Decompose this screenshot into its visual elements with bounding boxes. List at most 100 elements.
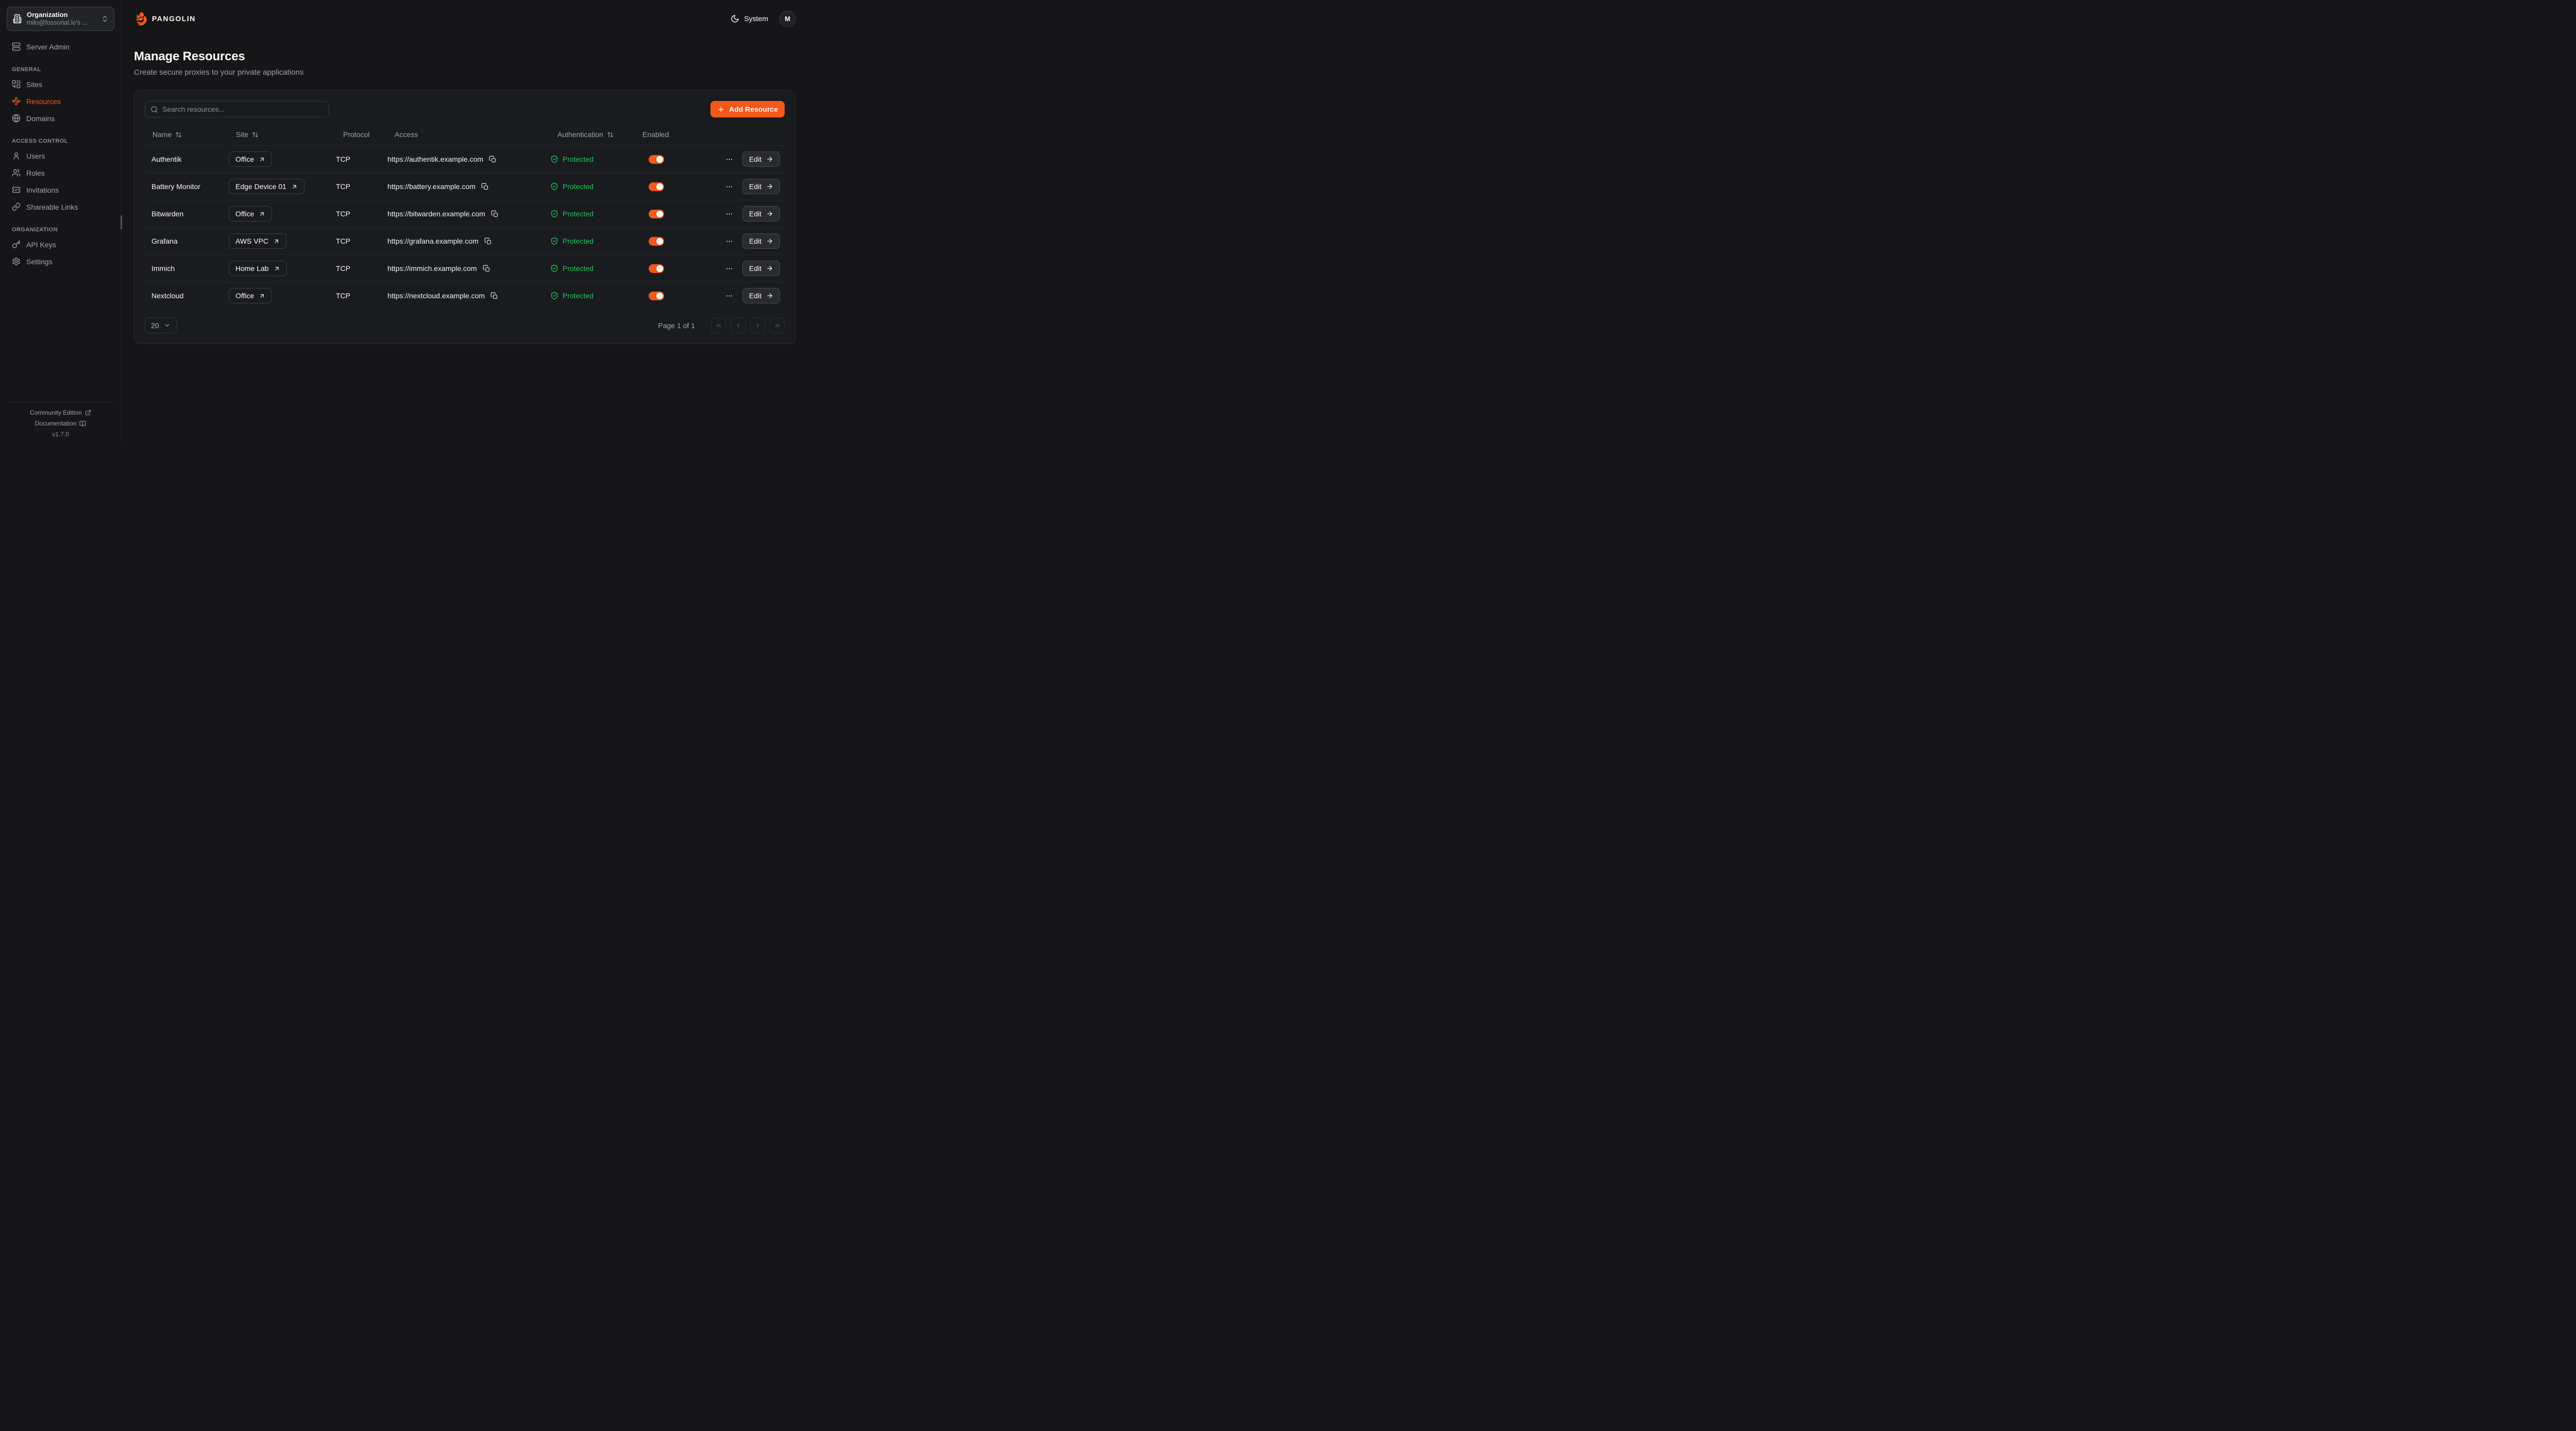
arrow-right-icon <box>766 210 773 217</box>
sidebar-item-label: Server Admin <box>26 43 70 51</box>
sidebar-item-resources[interactable]: Resources <box>7 93 114 110</box>
resource-name: Grafana <box>145 237 222 245</box>
community-edition-link[interactable]: Community Edition <box>30 409 91 416</box>
sidebar-item-domains[interactable]: Domains <box>7 110 114 127</box>
theme-selector[interactable]: System <box>731 14 768 23</box>
site-link-button[interactable]: Office <box>229 288 272 303</box>
sidebar-item-server-admin[interactable]: Server Admin <box>7 38 114 55</box>
edit-button[interactable]: Edit <box>742 261 780 276</box>
copy-icon[interactable] <box>484 237 492 245</box>
sidebar-footer: Community Edition Documentation v1.7.0 <box>7 402 114 442</box>
column-header-site[interactable]: Site <box>222 130 329 139</box>
column-header-authentication[interactable]: Authentication <box>544 130 635 139</box>
sidebar-item-roles[interactable]: Roles <box>7 164 114 181</box>
sidebar-item-label: Invitations <box>26 186 59 194</box>
edit-button[interactable]: Edit <box>742 206 780 222</box>
enabled-toggle[interactable] <box>649 264 664 273</box>
row-menu-icon[interactable] <box>724 264 734 274</box>
resource-protocol: TCP <box>329 182 381 191</box>
plus-icon <box>717 106 725 113</box>
edit-button[interactable]: Edit <box>742 233 780 249</box>
row-menu-icon[interactable] <box>724 209 734 219</box>
edit-button[interactable]: Edit <box>742 179 780 194</box>
search-input[interactable] <box>162 105 324 113</box>
book-open-icon <box>79 420 86 427</box>
sidebar-item-users[interactable]: Users <box>7 147 114 164</box>
enabled-toggle[interactable] <box>649 182 664 191</box>
sidebar-item-api-keys[interactable]: API Keys <box>7 236 114 253</box>
link-icon <box>12 202 21 211</box>
topbar: PANGOLIN System M <box>122 0 808 37</box>
site-link-button[interactable]: AWS VPC <box>229 233 286 249</box>
row-menu-icon[interactable] <box>724 236 734 246</box>
table-footer: 20 Page 1 of 1 <box>145 317 785 333</box>
chevron-left-icon <box>735 322 742 329</box>
building-icon <box>12 14 22 24</box>
documentation-label: Documentation <box>35 420 77 427</box>
resource-name: Bitwarden <box>145 210 222 218</box>
sidebar-item-sites[interactable]: Sites <box>7 76 114 93</box>
row-menu-icon[interactable] <box>724 291 734 301</box>
brand-name: PANGOLIN <box>152 14 196 23</box>
last-page-button[interactable] <box>770 318 785 333</box>
auth-status-badge: Protected <box>550 182 594 191</box>
sidebar-section-organization: ORGANIZATION <box>12 227 114 233</box>
arrow-up-right-icon <box>273 238 280 245</box>
copy-icon[interactable] <box>490 292 498 300</box>
key-icon <box>12 240 21 249</box>
sidebar-item-label: API Keys <box>26 241 56 249</box>
sidebar-section-general: GENERAL <box>12 66 114 73</box>
enabled-toggle[interactable] <box>649 155 664 164</box>
community-edition-label: Community Edition <box>30 409 82 416</box>
copy-icon[interactable] <box>491 210 499 218</box>
org-switcher[interactable]: Organization milo@fossorial.io's ... <box>7 7 114 31</box>
resource-protocol: TCP <box>329 264 381 272</box>
brand-logo[interactable]: PANGOLIN <box>134 12 196 26</box>
next-page-button[interactable] <box>750 318 765 333</box>
sidebar-item-settings[interactable]: Settings <box>7 253 114 270</box>
site-link-button[interactable]: Office <box>229 151 272 167</box>
column-header-name[interactable]: Name <box>145 130 222 139</box>
ticket-check-icon <box>12 185 21 194</box>
copy-icon[interactable] <box>489 156 497 163</box>
add-resource-button[interactable]: Add Resource <box>710 101 785 117</box>
search-icon <box>150 106 158 113</box>
resource-access-url: https://authentik.example.com <box>387 155 483 163</box>
previous-page-button[interactable] <box>731 318 745 333</box>
site-link-button[interactable]: Office <box>229 206 272 222</box>
sidebar-item-label: Settings <box>26 258 53 266</box>
edit-button[interactable]: Edit <box>742 288 780 303</box>
enabled-toggle[interactable] <box>649 210 664 218</box>
resource-name: Nextcloud <box>145 292 222 300</box>
site-link-button[interactable]: Home Lab <box>229 261 287 276</box>
server-icon <box>12 42 21 51</box>
avatar[interactable]: M <box>779 11 795 27</box>
first-page-button[interactable] <box>711 318 726 333</box>
row-menu-icon[interactable] <box>724 155 734 164</box>
copy-icon[interactable] <box>483 265 490 272</box>
documentation-link[interactable]: Documentation <box>35 420 87 427</box>
gear-icon <box>12 257 21 266</box>
resource-protocol: TCP <box>329 210 381 218</box>
page-title: Manage Resources <box>134 49 795 64</box>
resource-access-url: https://bitwarden.example.com <box>387 210 485 218</box>
sidebar-item-shareable-links[interactable]: Shareable Links <box>7 198 114 215</box>
copy-icon[interactable] <box>481 183 489 191</box>
edit-button[interactable]: Edit <box>742 151 780 167</box>
resource-protocol: TCP <box>329 155 381 163</box>
sidebar-item-invitations[interactable]: Invitations <box>7 181 114 198</box>
sidebar-item-label: Resources <box>26 97 61 106</box>
row-menu-icon[interactable] <box>724 182 734 192</box>
arrow-up-right-icon <box>259 293 265 299</box>
auth-status-badge: Protected <box>550 155 594 163</box>
app-version: v1.7.0 <box>52 431 69 438</box>
table-header: Name Site Protocol Access Authenticati <box>145 124 785 145</box>
sidebar-nav: Server Admin GENERAL Sites Resources Dom… <box>7 38 114 270</box>
sidebar-resize-handle[interactable] <box>121 215 122 229</box>
site-link-button[interactable]: Edge Device 01 <box>229 179 304 194</box>
table-row: Grafana AWS VPC TCP https://grafana.exam… <box>145 227 785 254</box>
enabled-toggle[interactable] <box>649 237 664 246</box>
page-size-select[interactable]: 20 <box>145 317 177 333</box>
enabled-toggle[interactable] <box>649 292 664 300</box>
theme-label: System <box>744 14 768 23</box>
